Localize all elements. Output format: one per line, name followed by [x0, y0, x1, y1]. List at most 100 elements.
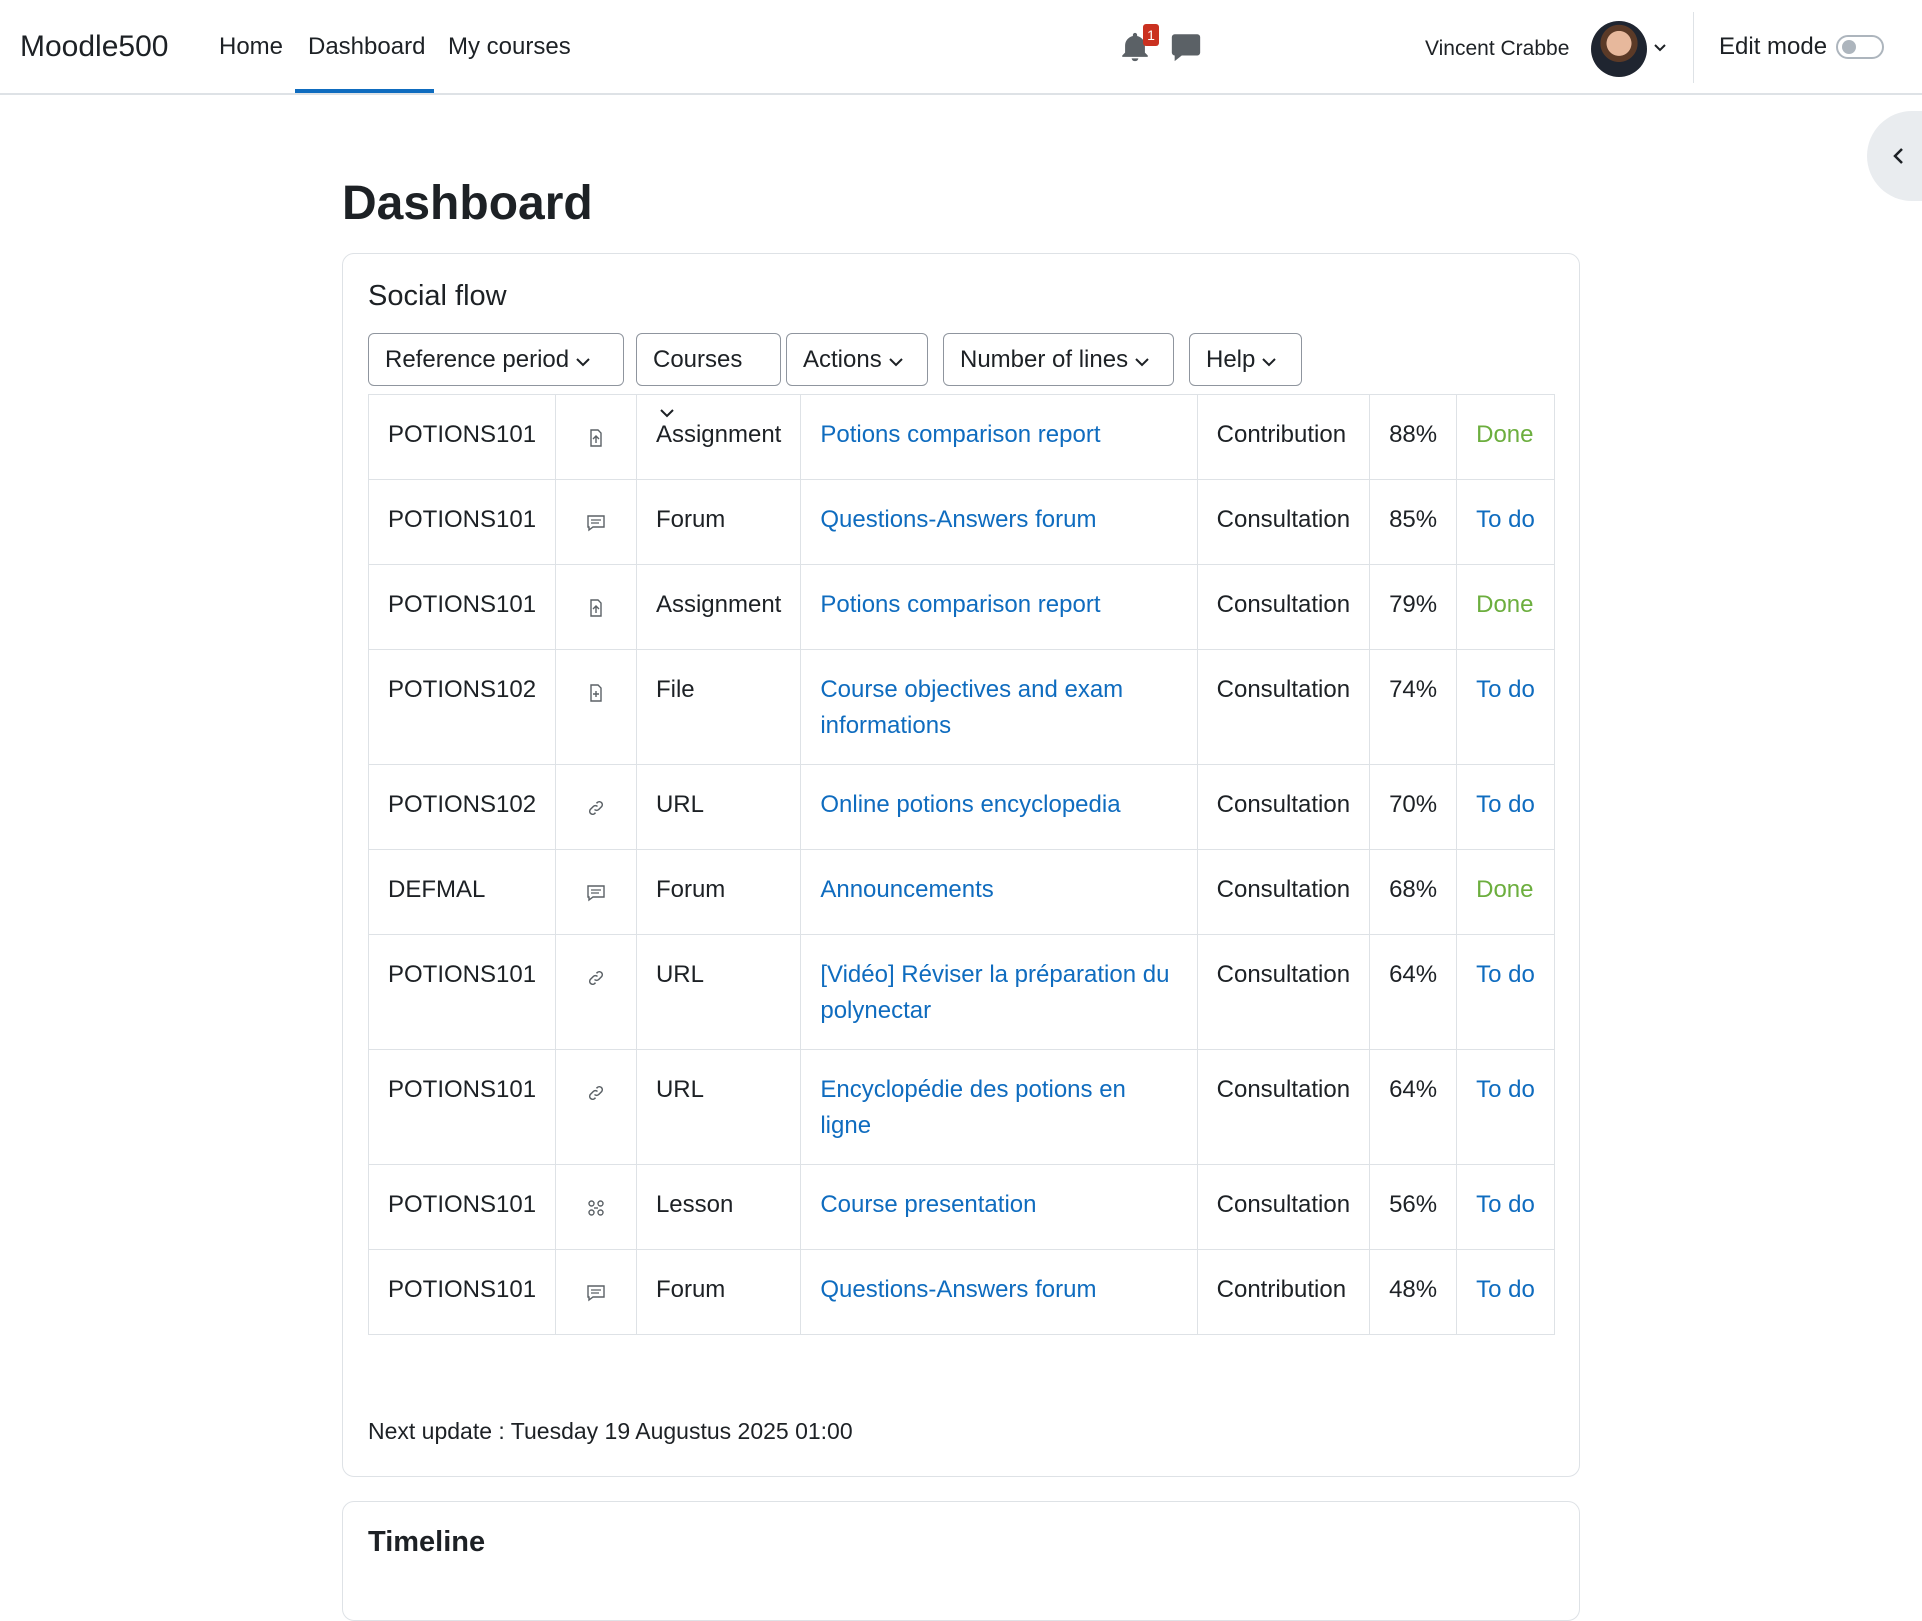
table-row: POTIONS101 URL [Vidéo] Réviser la préparat…	[367, 934, 1555, 1050]
edit-mode-toggle[interactable]	[1836, 35, 1884, 59]
activity-link[interactable]: Course objectives and exam informations	[820, 676, 1123, 739]
activity-name-cell: Announcements	[800, 849, 1198, 935]
course-cell: POTIONS101	[367, 1249, 557, 1335]
dropdown-label: Number of lines	[960, 346, 1129, 373]
activity-link[interactable]: [Vidéo] Réviser la préparation du polyne…	[820, 961, 1169, 1024]
activity-link[interactable]: Announcements	[820, 876, 993, 903]
action-cell: Contribution	[1196, 1249, 1371, 1335]
action-cell: Consultation	[1196, 479, 1371, 565]
url-icon	[586, 1082, 606, 1109]
percent-cell: 88%	[1369, 394, 1458, 480]
course-cell: POTIONS102	[367, 764, 557, 850]
activity-icon-cell	[555, 934, 637, 1050]
activity-name-cell: Encyclopédie des potions en ligne	[800, 1049, 1198, 1165]
status-cell: Done	[1456, 849, 1555, 935]
dropdown-label: Courses	[653, 346, 743, 373]
course-cell: DEFMAL	[367, 849, 557, 935]
percent-cell: 64%	[1369, 1049, 1458, 1165]
assignment-icon	[586, 597, 606, 624]
action-cell: Consultation	[1196, 764, 1371, 850]
type-cell: URL	[635, 934, 802, 1050]
percent-cell: 85%	[1369, 479, 1458, 565]
assignment-icon	[586, 427, 606, 454]
url-icon	[586, 797, 606, 824]
nav-dashboard[interactable]: Dashboard	[308, 33, 425, 61]
table-row: DEFMAL Forum Announcements Consultation 68% D…	[367, 849, 1555, 935]
type-cell: Forum	[635, 1249, 802, 1335]
number-of-lines-dropdown[interactable]: Number of lines	[943, 333, 1174, 386]
chevron-down-icon	[575, 335, 591, 386]
course-cell: POTIONS101	[367, 479, 557, 565]
chevron-down-icon	[888, 335, 904, 386]
message-icon[interactable]	[1169, 30, 1203, 64]
activity-link[interactable]: Questions-Answers forum	[820, 506, 1096, 533]
dropdown-label: Reference period	[385, 346, 570, 373]
forum-icon	[586, 882, 606, 909]
site-brand[interactable]: Moodle500	[20, 30, 168, 64]
activity-link[interactable]: Potions comparison report	[820, 591, 1100, 618]
type-cell: Assignment	[635, 564, 802, 650]
social-flow-table: POTIONS101 Assignment Potions comparison r…	[367, 394, 1555, 1335]
nav-my-courses[interactable]: My courses	[448, 33, 571, 61]
action-cell: Contribution	[1196, 394, 1371, 480]
status-cell: To do	[1456, 934, 1555, 1050]
top-navbar: Moodle500 Home Dashboard My courses 1 Vi…	[0, 0, 1922, 95]
reference-period-dropdown[interactable]: Reference period	[368, 333, 624, 386]
activity-icon-cell	[555, 649, 637, 765]
table-row: POTIONS101 Forum Questions-Answers forum Co…	[367, 479, 1555, 565]
table-row: POTIONS101 Forum Questions-Answers forum Co…	[367, 1249, 1555, 1335]
activity-name-cell: Course objectives and exam informations	[800, 649, 1198, 765]
chevron-down-icon	[1261, 335, 1277, 386]
activity-icon-cell	[555, 1249, 637, 1335]
courses-dropdown[interactable]: Courses	[636, 333, 781, 418]
activity-icon-cell	[555, 1049, 637, 1165]
course-cell: POTIONS101	[367, 1164, 557, 1250]
nav-home[interactable]: Home	[219, 33, 283, 61]
nav-active-indicator	[295, 89, 434, 93]
course-cell: POTIONS101	[367, 394, 557, 480]
activity-icon-cell	[555, 564, 637, 650]
dropdown-label: Help	[1206, 346, 1256, 373]
table-row: POTIONS101 Assignment Potions comparison r…	[367, 564, 1555, 650]
forum-icon	[586, 1282, 606, 1309]
activity-name-cell: Potions comparison report	[800, 564, 1198, 650]
activity-name-cell: Questions-Answers forum	[800, 479, 1198, 565]
page-title: Dashboard	[342, 177, 593, 230]
activity-name-cell: [Vidéo] Réviser la préparation du polyne…	[800, 934, 1198, 1050]
action-cell: Consultation	[1196, 849, 1371, 935]
actions-dropdown[interactable]: Actions	[786, 333, 928, 386]
activity-name-cell: Course presentation	[800, 1164, 1198, 1250]
activity-link[interactable]: Potions comparison report	[820, 421, 1100, 448]
activity-link[interactable]: Questions-Answers forum	[820, 1276, 1096, 1303]
dropdown-label: Actions	[803, 346, 882, 373]
action-cell: Consultation	[1196, 1049, 1371, 1165]
avatar[interactable]	[1591, 21, 1647, 77]
lesson-icon	[586, 1197, 606, 1224]
activity-name-cell: Questions-Answers forum	[800, 1249, 1198, 1335]
type-cell: File	[635, 649, 802, 765]
percent-cell: 79%	[1369, 564, 1458, 650]
timeline-block: Timeline	[342, 1501, 1580, 1621]
block-title: Social flow	[368, 280, 507, 312]
action-cell: Consultation	[1196, 649, 1371, 765]
action-cell: Consultation	[1196, 934, 1371, 1050]
chevron-down-icon[interactable]	[1652, 40, 1668, 61]
action-cell: Consultation	[1196, 564, 1371, 650]
table-row: POTIONS101 Lesson Course presentation Consu…	[367, 1164, 1555, 1250]
percent-cell: 70%	[1369, 764, 1458, 850]
block-drawer-toggle[interactable]	[1867, 111, 1922, 201]
activity-link[interactable]: Course presentation	[820, 1191, 1036, 1218]
activity-icon-cell	[555, 394, 637, 480]
activity-icon-cell	[555, 764, 637, 850]
percent-cell: 64%	[1369, 934, 1458, 1050]
block-title: Timeline	[368, 1526, 486, 1558]
table-row: POTIONS101 Assignment Potions comparison r…	[367, 394, 1555, 480]
activity-icon-cell	[555, 849, 637, 935]
course-cell: POTIONS101	[367, 564, 557, 650]
navbar-divider	[1693, 12, 1694, 83]
type-cell: URL	[635, 764, 802, 850]
help-dropdown[interactable]: Help	[1189, 333, 1302, 386]
activity-link[interactable]: Online potions encyclopedia	[820, 791, 1120, 818]
next-update-text: Next update : Tuesday 19 Augustus 2025 0…	[368, 1418, 853, 1444]
activity-link[interactable]: Encyclopédie des potions en ligne	[820, 1076, 1126, 1139]
